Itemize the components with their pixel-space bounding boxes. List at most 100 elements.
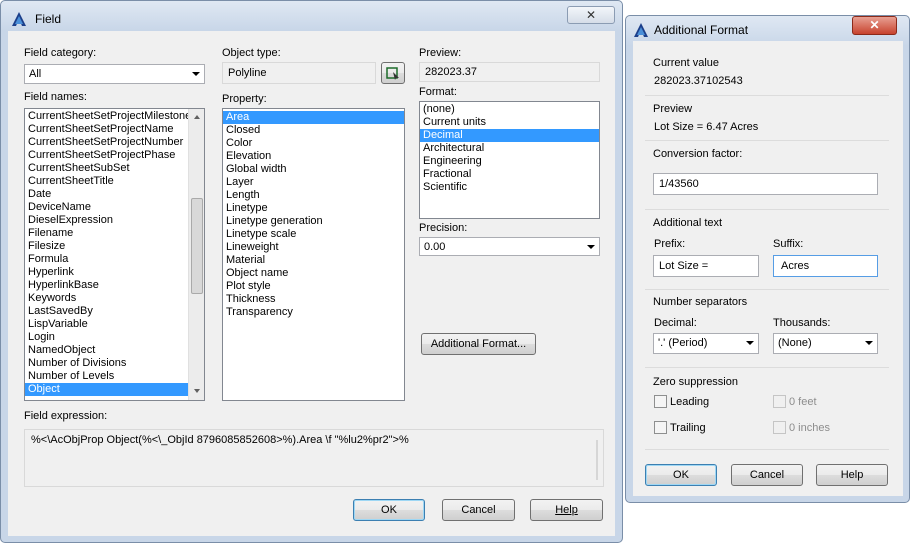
field-name-item[interactable]: Filename [25, 227, 189, 240]
field-names-scrollbar[interactable] [188, 109, 204, 400]
chevron-down-icon [746, 341, 754, 345]
property-item[interactable]: Linetype scale [223, 228, 404, 241]
thousands-separator-select[interactable]: (None) [773, 333, 878, 354]
scroll-up-icon[interactable] [194, 115, 200, 119]
field-name-item[interactable]: Object [25, 383, 189, 396]
property-item[interactable]: Color [223, 137, 404, 150]
conversion-factor-input[interactable]: 1/43560 [653, 173, 878, 195]
property-item[interactable]: Transparency [223, 306, 404, 319]
field-name-item[interactable]: Number of Levels [25, 370, 189, 383]
select-object-button[interactable] [381, 62, 405, 84]
af-help-button[interactable]: Help [816, 464, 888, 486]
format-item[interactable]: Engineering [420, 155, 599, 168]
property-item[interactable]: Linetype generation [223, 215, 404, 228]
format-item[interactable]: Decimal [420, 129, 599, 142]
field-name-item[interactable]: NamedObject [25, 344, 189, 357]
decimal-separator-select[interactable]: '.' (Period) [653, 333, 759, 354]
prefix-label: Prefix: [654, 238, 686, 250]
format-item[interactable]: Architectural [420, 142, 599, 155]
field-name-item[interactable]: Date [25, 188, 189, 201]
divider [645, 367, 889, 368]
format-item[interactable]: Current units [420, 116, 599, 129]
field-name-item[interactable]: Login [25, 331, 189, 344]
field-dialog-title: Field [35, 12, 62, 26]
property-item[interactable]: Material [223, 254, 404, 267]
field-category-select[interactable]: All [24, 64, 205, 84]
additional-text-label: Additional text [653, 217, 723, 229]
property-item[interactable]: Plot style [223, 280, 404, 293]
property-item[interactable]: Length [223, 189, 404, 202]
zero-feet-checkbox[interactable] [773, 395, 786, 408]
field-name-item[interactable]: Keywords [25, 292, 189, 305]
field-name-item[interactable]: CurrentSheetSetProjectNumber [25, 136, 189, 149]
field-name-item[interactable]: CurrentSheetSetProjectName [25, 123, 189, 136]
scroll-thumb[interactable] [191, 198, 203, 294]
field-name-item[interactable]: Formula [25, 253, 189, 266]
ok-button[interactable]: OK [353, 499, 425, 521]
format-item[interactable]: Scientific [420, 181, 599, 194]
help-button[interactable]: Help [530, 499, 603, 521]
field-expression-field[interactable]: %<\AcObjProp Object(%<\_ObjId 8796085852… [24, 429, 604, 487]
field-name-item[interactable]: CurrentSheetSetProjectMilestone [25, 110, 191, 123]
thousands-value: (None) [778, 337, 812, 349]
field-name-item[interactable]: CurrentSheetTitle [25, 175, 189, 188]
divider [645, 140, 889, 141]
divider [645, 289, 889, 290]
property-item[interactable]: Lineweight [223, 241, 404, 254]
af-cancel-button[interactable]: Cancel [731, 464, 803, 486]
property-item[interactable]: Area [223, 111, 404, 124]
field-name-item[interactable]: DieselExpression [25, 214, 189, 227]
divider [645, 209, 889, 210]
field-expression-value: %<\AcObjProp Object(%<\_ObjId 8796085852… [31, 434, 409, 446]
number-separators-label: Number separators [653, 296, 748, 308]
scroll-down-icon[interactable] [194, 389, 200, 393]
leading-label: Leading [670, 396, 710, 408]
format-item[interactable]: Fractional [420, 168, 599, 181]
trailing-label: Trailing [670, 422, 706, 434]
field-names-list[interactable]: CurrentSheetSetProjectMilestone CurrentSh… [24, 108, 205, 401]
field-name-item[interactable]: DeviceName [25, 201, 189, 214]
field-name-item[interactable]: CurrentSheetSetProjectPhase [25, 149, 189, 162]
divider [645, 449, 889, 450]
property-list[interactable]: Area Closed Color Elevation Global width Laye… [222, 108, 405, 401]
field-close-button[interactable]: ✕ [567, 6, 615, 24]
zero-inches-checkbox[interactable] [773, 421, 786, 434]
leading-checkbox[interactable] [654, 395, 667, 408]
object-type-label: Object type: [222, 47, 281, 59]
current-value-label: Current value [653, 57, 720, 69]
property-item[interactable]: Object name [223, 267, 404, 280]
object-type-value: Polyline [228, 67, 267, 79]
field-name-item[interactable]: HyperlinkBase [25, 279, 189, 292]
format-label: Format: [419, 86, 457, 98]
prefix-input[interactable]: Lot Size = [653, 255, 759, 277]
af-preview-value: Lot Size = 6.47 Acres [654, 121, 759, 133]
trailing-checkbox[interactable] [654, 421, 667, 434]
precision-select[interactable]: 0.00 [419, 237, 600, 256]
format-item[interactable]: (none) [420, 103, 599, 116]
decimal-value: '.' (Period) [658, 337, 708, 349]
property-item[interactable]: Global width [223, 163, 404, 176]
property-item[interactable]: Linetype [223, 202, 404, 215]
af-ok-button[interactable]: OK [645, 464, 717, 486]
field-name-item[interactable]: Filesize [25, 240, 189, 253]
property-item[interactable]: Elevation [223, 150, 404, 163]
property-item[interactable]: Thickness [223, 293, 404, 306]
field-name-item[interactable]: LastSavedBy [25, 305, 189, 318]
preview-label: Preview: [419, 47, 462, 59]
autocad-icon [634, 23, 648, 37]
field-name-item[interactable]: CurrentSheetSubSet [25, 162, 189, 175]
property-item[interactable]: Closed [223, 124, 404, 137]
zero-suppression-label: Zero suppression [653, 376, 738, 388]
additional-format-close-button[interactable]: ✕ [852, 16, 897, 35]
format-list[interactable]: (none) Current units Decimal Architectural E… [419, 101, 600, 219]
field-name-item[interactable]: Number of Divisions [25, 357, 189, 370]
field-name-item[interactable]: Hyperlink [25, 266, 189, 279]
cancel-button[interactable]: Cancel [442, 499, 515, 521]
additional-format-button[interactable]: Additional Format... [421, 333, 536, 355]
field-category-value: All [29, 68, 42, 80]
suffix-input[interactable]: Acres [773, 255, 878, 277]
prefix-value: Lot Size = [659, 260, 709, 272]
af-preview-label: Preview [653, 103, 693, 115]
field-name-item[interactable]: LispVariable [25, 318, 189, 331]
property-item[interactable]: Layer [223, 176, 404, 189]
